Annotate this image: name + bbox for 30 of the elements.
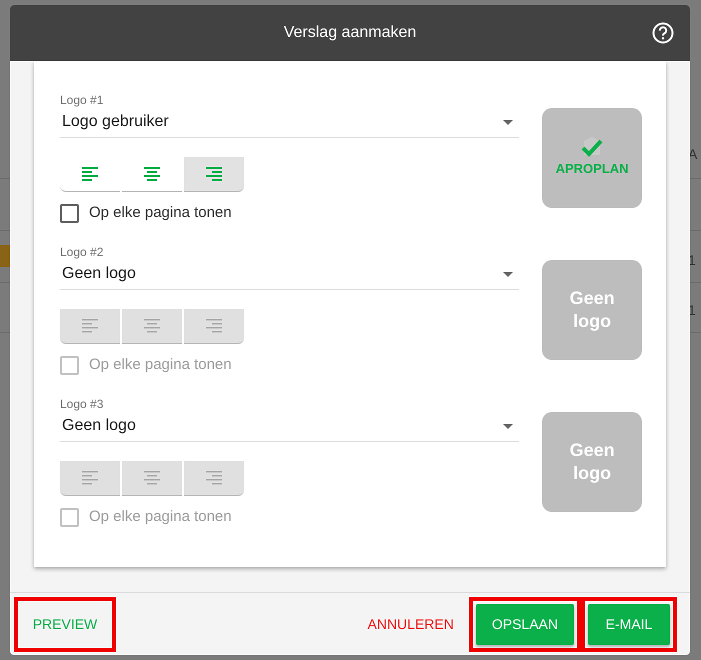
align-left-icon bbox=[82, 167, 98, 181]
align-left-icon bbox=[82, 471, 98, 485]
align-right-button[interactable] bbox=[184, 157, 244, 192]
preview-text: Geen logo bbox=[568, 287, 616, 333]
align-right-icon bbox=[206, 471, 222, 485]
align-center-icon bbox=[144, 319, 160, 333]
dialog-title: Verslag aanmaken bbox=[284, 23, 416, 43]
align-center-icon bbox=[144, 167, 160, 181]
cancel-button[interactable]: ANNULEREN bbox=[360, 604, 462, 644]
action-button[interactable]: OPSLAAN bbox=[476, 604, 574, 644]
check-icon bbox=[579, 137, 606, 160]
field-label: Logo #2 bbox=[60, 245, 104, 259]
help-icon[interactable] bbox=[652, 22, 674, 44]
align-right-icon bbox=[206, 167, 222, 181]
checkbox-label: Op elke pagina tonen bbox=[89, 203, 232, 223]
align-center-icon bbox=[144, 471, 160, 485]
caret-icon[interactable] bbox=[503, 120, 514, 124]
field-label: Logo #1 bbox=[60, 93, 104, 107]
tag-marker bbox=[0, 245, 10, 267]
logo-text: APROPLAN bbox=[556, 160, 629, 178]
checkbox[interactable] bbox=[60, 204, 79, 223]
align-right-icon bbox=[206, 319, 222, 333]
logo-select[interactable]: Logo gebruiker bbox=[60, 107, 520, 138]
preview-text: Geen logo bbox=[568, 439, 616, 485]
checkbox-label: Op elke pagina tonen bbox=[89, 355, 232, 375]
action-button[interactable]: E-MAIL bbox=[588, 604, 670, 644]
checkbox-label: Op elke pagina tonen bbox=[89, 507, 232, 527]
field-label: Logo #3 bbox=[60, 397, 104, 411]
preview-button[interactable]: PREVIEW bbox=[21, 604, 109, 644]
align-left-icon bbox=[82, 319, 98, 333]
